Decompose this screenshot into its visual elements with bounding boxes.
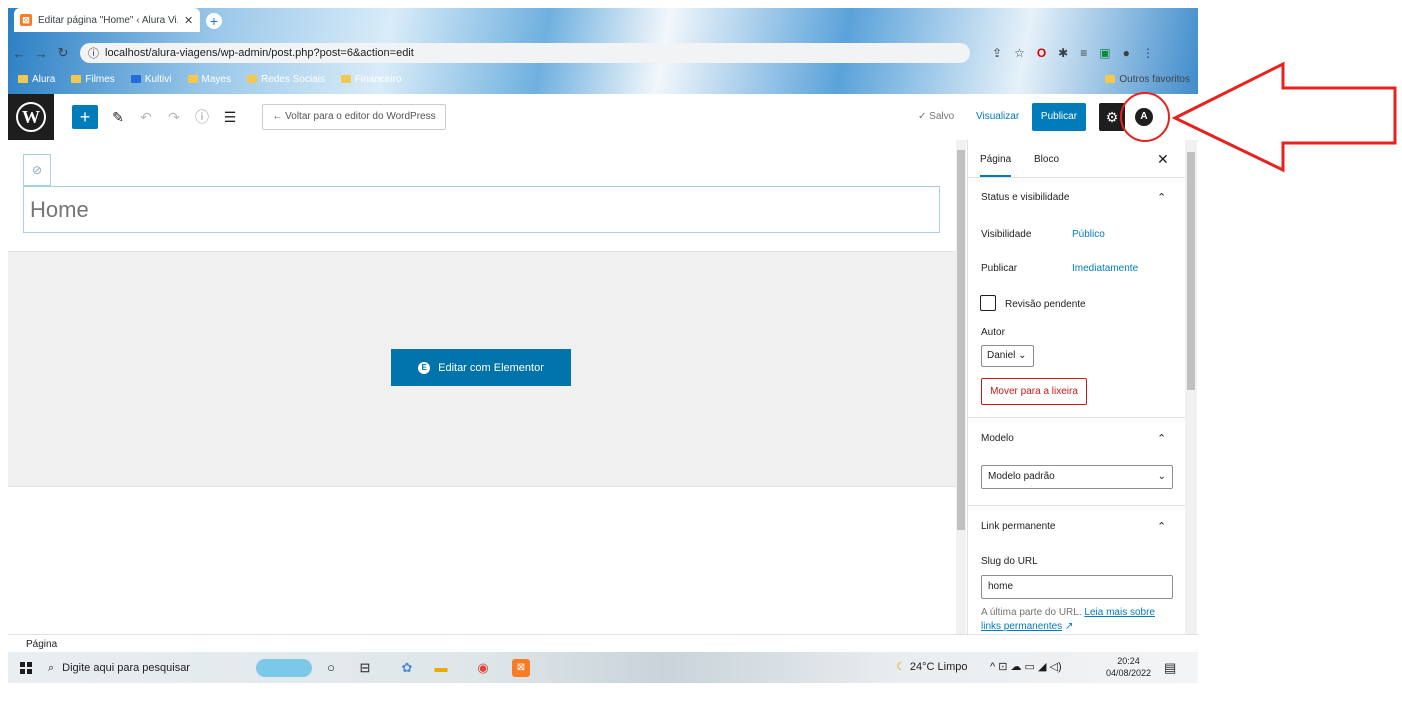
red-annotation-overlay xyxy=(1120,61,1397,173)
highlight-circle xyxy=(1120,92,1170,142)
annotation-arrow xyxy=(1171,61,1397,173)
